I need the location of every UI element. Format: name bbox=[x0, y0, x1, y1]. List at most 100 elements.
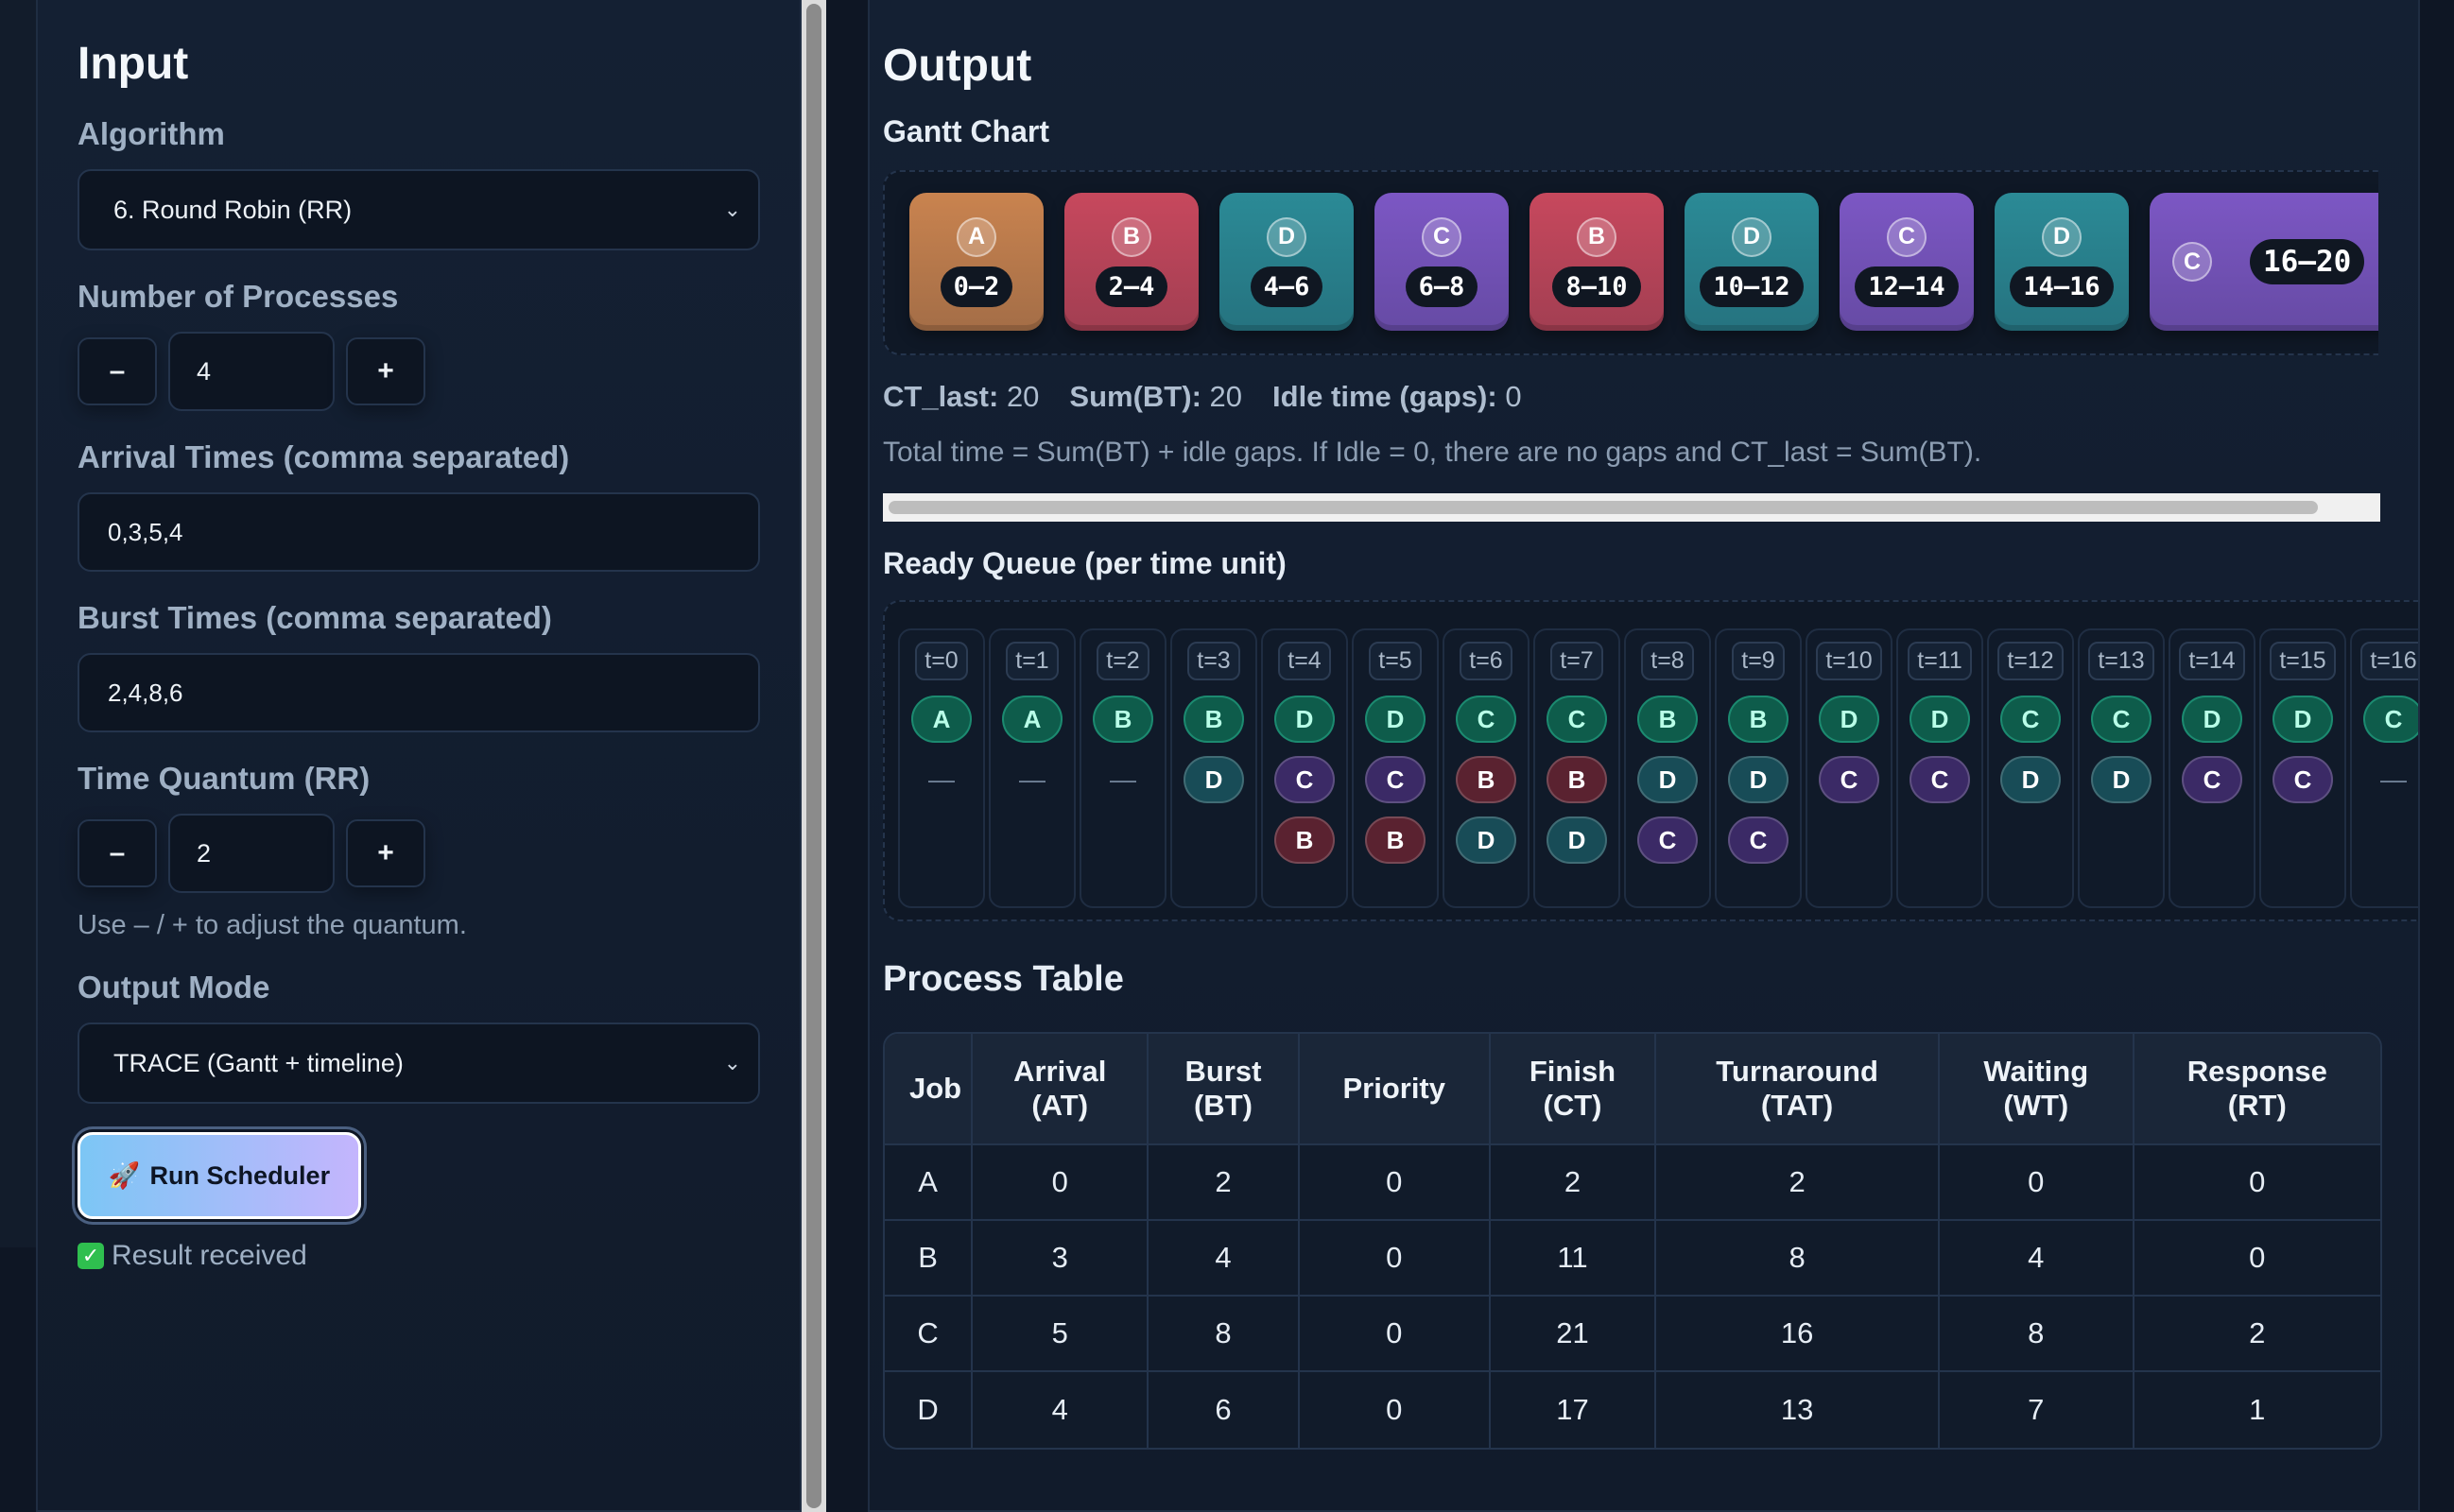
gantt-block: B 8–10 bbox=[1529, 193, 1664, 331]
scrollbar-thumb[interactable] bbox=[806, 4, 821, 1508]
time-label: t=5 bbox=[1369, 642, 1422, 680]
queue-chip: C bbox=[1910, 756, 1970, 803]
output-mode-select[interactable]: TRACE (Gantt + timeline) ⌄ bbox=[78, 1022, 760, 1104]
table-cell: 2 bbox=[1490, 1145, 1657, 1221]
quantum-input[interactable]: 2 bbox=[168, 814, 335, 893]
left-panel-scrollbar[interactable] bbox=[802, 0, 826, 1512]
table-cell: 0 bbox=[1299, 1145, 1491, 1221]
queue-chip: D bbox=[2182, 696, 2242, 743]
time-label: t=11 bbox=[1908, 642, 1972, 680]
checkmark-icon: ✓ bbox=[78, 1243, 104, 1269]
queue-chip: C bbox=[1728, 816, 1789, 864]
table-cell: 8 bbox=[1939, 1297, 2134, 1372]
time-label: t=9 bbox=[1732, 642, 1785, 680]
num-processes-decrement-button[interactable]: – bbox=[78, 337, 157, 405]
ready-queue-column: t=11 D C bbox=[1896, 628, 1983, 908]
input-panel: Input Algorithm 6. Round Robin (RR) ⌄ Nu… bbox=[36, 0, 802, 1512]
arrival-times-input[interactable]: 0,3,5,4 bbox=[78, 492, 760, 572]
table-cell: 17 bbox=[1490, 1372, 1657, 1448]
time-label: t=10 bbox=[1816, 642, 1882, 680]
gantt-time-range: 4–6 bbox=[1250, 266, 1323, 307]
table-cell: 5 bbox=[973, 1297, 1149, 1372]
gantt-chart-title: Gantt Chart bbox=[883, 114, 1049, 148]
gantt-time-range: 14–16 bbox=[2010, 266, 2114, 307]
queue-chip: B bbox=[1547, 756, 1607, 803]
ready-queue-column: t=8 B D C bbox=[1624, 628, 1711, 908]
status-message: ✓ Result received bbox=[78, 1240, 760, 1272]
gantt-job-label: D bbox=[1267, 216, 1306, 257]
gantt-job-label: D bbox=[2042, 216, 2082, 257]
ready-queue-column: t=4 D C B bbox=[1261, 628, 1348, 908]
gantt-job-label: C bbox=[1422, 216, 1461, 257]
ct-last-stat: CT_last: 20 bbox=[883, 380, 1040, 413]
table-cell: 4 bbox=[1149, 1221, 1300, 1297]
output-mode-label: Output Mode bbox=[78, 970, 270, 1005]
scrollbar-thumb[interactable] bbox=[889, 501, 2318, 514]
table-header: Waiting (WT) bbox=[1939, 1034, 2134, 1145]
queue-chip: C bbox=[2000, 696, 2061, 743]
algorithm-label: Algorithm bbox=[78, 116, 225, 151]
burst-times-input[interactable]: 2,4,8,6 bbox=[78, 653, 760, 732]
queue-chip: D bbox=[1819, 696, 1879, 743]
total-time-note: Total time = Sum(BT) + idle gaps. If Idl… bbox=[883, 437, 1982, 468]
time-label: t=1 bbox=[1006, 642, 1059, 680]
queue-chip: D bbox=[1184, 756, 1244, 803]
run-scheduler-label: Run Scheduler bbox=[149, 1160, 331, 1190]
divider bbox=[826, 0, 836, 1512]
time-label: t=2 bbox=[1097, 642, 1149, 680]
output-panel: Output Gantt Chart A 0–2 B 2–4 D 4–6 C 6–8 B 8–10… bbox=[868, 0, 2420, 1512]
rocket-icon: 🚀 bbox=[108, 1161, 141, 1190]
table-cell: 0 bbox=[1299, 1221, 1491, 1297]
quantum-hint: Use – / + to adjust the quantum. bbox=[78, 910, 467, 940]
ready-queue-column: t=0 A — bbox=[898, 628, 985, 908]
queue-chip: D bbox=[1728, 756, 1789, 803]
gantt-job-label: C bbox=[1887, 216, 1927, 257]
chevron-down-icon: ⌄ bbox=[723, 1051, 741, 1074]
empty-marker: — bbox=[2380, 765, 2407, 794]
gantt-job-label: B bbox=[1577, 216, 1616, 257]
input-title: Input bbox=[78, 39, 189, 89]
ready-queue-column: t=1 A — bbox=[989, 628, 1076, 908]
empty-marker: — bbox=[928, 765, 955, 794]
gantt-time-range: 6–8 bbox=[1405, 266, 1478, 307]
queue-chip: D bbox=[2000, 756, 2061, 803]
table-row: B 3 4 0 11 8 4 0 bbox=[885, 1221, 2380, 1297]
num-processes-increment-button[interactable]: + bbox=[346, 337, 425, 405]
table-cell: 2 bbox=[2134, 1297, 2380, 1372]
table-cell: D bbox=[885, 1372, 974, 1448]
table-header: Arrival (AT) bbox=[973, 1034, 1149, 1145]
time-label: t=0 bbox=[915, 642, 968, 680]
quantum-increment-button[interactable]: + bbox=[346, 819, 425, 887]
table-header: Turnaround (TAT) bbox=[1656, 1034, 1940, 1145]
table-row: A0202200 bbox=[885, 1145, 2380, 1221]
queue-chip: B bbox=[1274, 816, 1335, 864]
idle-time-stat: Idle time (gaps): 0 bbox=[1272, 380, 1522, 413]
queue-chip: C bbox=[2273, 756, 2333, 803]
algorithm-select[interactable]: 6. Round Robin (RR) ⌄ bbox=[78, 169, 760, 250]
ready-queue-column: t=12 C D bbox=[1987, 628, 2074, 908]
table-cell: 1 bbox=[2134, 1372, 2380, 1448]
gantt-horizontal-scrollbar[interactable] bbox=[883, 493, 2380, 522]
queue-chip: B bbox=[1184, 696, 1244, 743]
ready-queue-column: t=6 C B D bbox=[1443, 628, 1529, 908]
quantum-stepper: – 2 + bbox=[78, 814, 760, 893]
run-scheduler-button[interactable]: 🚀 Run Scheduler bbox=[78, 1132, 361, 1219]
queue-chip: D bbox=[1547, 816, 1607, 864]
ready-queue-column: t=10 D C bbox=[1806, 628, 1892, 908]
quantum-decrement-button[interactable]: – bbox=[78, 819, 157, 887]
time-label: t=6 bbox=[1460, 642, 1512, 680]
table-header: Burst (BT) bbox=[1149, 1034, 1300, 1145]
queue-chip: A bbox=[1002, 696, 1063, 743]
queue-chip: C bbox=[2182, 756, 2242, 803]
time-quantum-label: Time Quantum (RR) bbox=[78, 761, 371, 796]
num-processes-input[interactable]: 4 bbox=[168, 332, 335, 411]
time-label: t=13 bbox=[2088, 642, 2154, 680]
table-cell: 8 bbox=[1149, 1297, 1300, 1372]
queue-chip: B bbox=[1093, 696, 1153, 743]
table-cell: 13 bbox=[1656, 1372, 1940, 1448]
gantt-block: B 2–4 bbox=[1064, 193, 1199, 331]
table-cell: 11 bbox=[1490, 1221, 1657, 1297]
table-cell: A bbox=[885, 1145, 974, 1221]
queue-chip: A bbox=[911, 696, 972, 743]
table-row: C 5 8 0 21 16 8 2 bbox=[885, 1297, 2380, 1372]
